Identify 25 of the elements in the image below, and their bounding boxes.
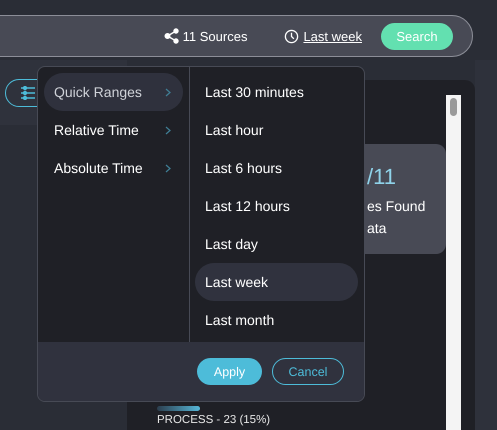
- process-bar: [157, 406, 200, 411]
- menu-option[interactable]: Last 6 hours: [195, 149, 358, 187]
- chevron-icon: [165, 126, 171, 134]
- menu-option[interactable]: Last day: [195, 225, 358, 263]
- clock-icon: [284, 28, 300, 44]
- scrollbar-thumb[interactable]: [450, 98, 457, 116]
- chevron-icon: [165, 164, 171, 172]
- menu-option[interactable]: Last month: [195, 301, 358, 339]
- menu-category[interactable]: Absolute Time: [44, 149, 183, 187]
- menu-option[interactable]: Last week: [195, 263, 358, 301]
- sliders-icon: [20, 86, 36, 100]
- source-count: /11: [367, 164, 397, 190]
- cancel-button[interactable]: Cancel: [272, 358, 344, 385]
- menu-category[interactable]: Quick Ranges: [44, 73, 183, 111]
- card-text: es Found: [367, 198, 426, 214]
- menu-option[interactable]: Last 12 hours: [195, 187, 358, 225]
- card-text: ata: [367, 220, 388, 236]
- chevron-icon: [165, 88, 171, 96]
- time-range-link[interactable]: Last week: [284, 28, 362, 44]
- menu-category[interactable]: Relative Time: [44, 111, 183, 149]
- menu-option[interactable]: Last 30 minutes: [195, 73, 358, 111]
- share-icon: [164, 28, 180, 44]
- sources-label[interactable]: 11 Sources: [164, 28, 248, 44]
- menu-option[interactable]: Last hour: [195, 111, 358, 149]
- process-label: PROCESS - 23 (15%): [157, 414, 270, 426]
